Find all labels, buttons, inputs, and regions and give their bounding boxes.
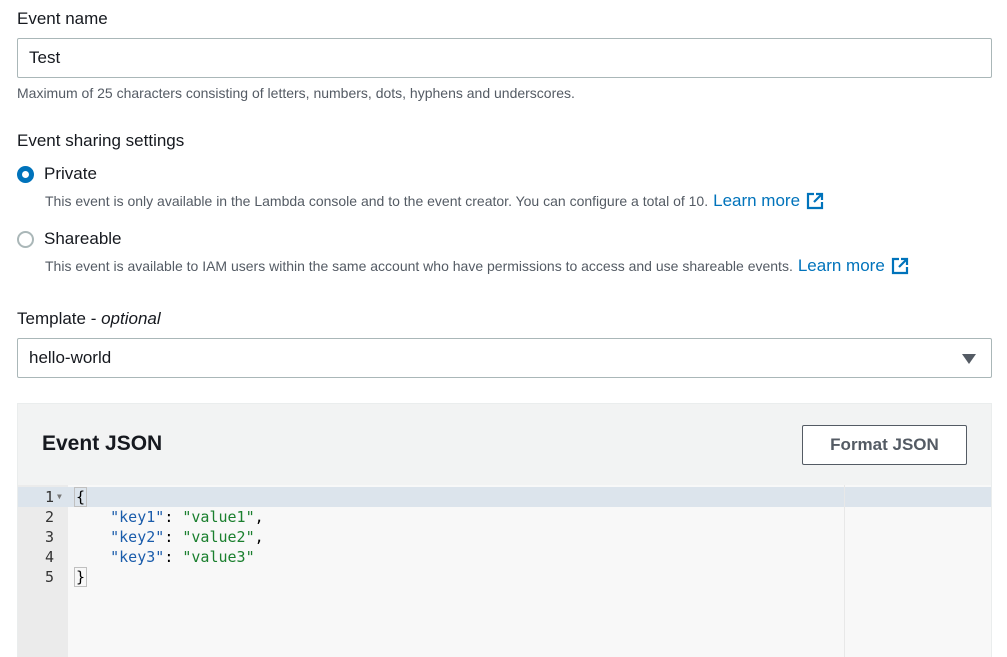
radio-shareable-label[interactable]: Shareable (44, 229, 122, 249)
radio-shareable-indicator[interactable] (17, 230, 34, 248)
json-key: "key1" (110, 508, 165, 526)
event-json-panel: Event JSON Format JSON 1 ▼ { 2 "key1": "… (17, 403, 992, 657)
shareable-description: This event is available to IAM users wit… (45, 258, 793, 274)
template-select-value: hello-world (29, 348, 112, 367)
external-link-icon[interactable] (806, 192, 824, 210)
template-label: Template - optional (17, 309, 161, 329)
radio-private-indicator[interactable] (17, 165, 34, 183)
json-close-brace: } (74, 567, 88, 587)
template-optional-text: optional (101, 309, 161, 328)
code-line[interactable]: 1 ▼ { (18, 487, 818, 507)
event-name-label: Event name (17, 9, 108, 28)
caret-down-icon[interactable] (962, 354, 976, 364)
radio-shareable[interactable]: Shareable (17, 229, 122, 249)
line-number: 3 (44, 528, 54, 546)
json-comma: , (254, 508, 264, 526)
create-test-event-form: Event name Maximum of 25 characters cons… (0, 0, 1007, 657)
format-json-button[interactable]: Format JSON (802, 425, 967, 465)
private-learn-more-link[interactable]: Learn more (713, 191, 800, 211)
radio-private-label[interactable]: Private (44, 164, 97, 184)
json-key: "key2" (110, 528, 165, 546)
line-number: 5 (44, 568, 54, 586)
line-number: 4 (44, 548, 54, 566)
external-link-icon[interactable] (891, 257, 909, 275)
json-colon: : (164, 508, 183, 526)
event-name-input[interactable] (17, 38, 992, 78)
template-select[interactable]: hello-world (17, 338, 992, 378)
radio-private[interactable]: Private (17, 164, 97, 184)
json-colon: : (164, 528, 183, 546)
private-description: This event is only available in the Lamb… (45, 193, 709, 209)
code-line[interactable]: 5 } (18, 567, 818, 587)
shareable-description-row: This event is available to IAM users wit… (45, 256, 909, 276)
json-code-editor[interactable]: 1 ▼ { 2 "key1": "value1", 3 "key2": "val… (18, 485, 991, 657)
json-open-brace: { (74, 487, 88, 507)
json-key: "key3" (110, 548, 165, 566)
json-value: "value2" (182, 528, 255, 546)
code-line[interactable]: 2 "key1": "value1", (18, 507, 818, 527)
event-name-hint: Maximum of 25 characters consisting of l… (17, 85, 575, 101)
fold-arrow-icon[interactable]: ▼ (57, 487, 62, 507)
line-number: 1 (44, 488, 54, 506)
json-comma: , (254, 528, 264, 546)
template-label-separator: - (85, 309, 102, 328)
shareable-learn-more-link[interactable]: Learn more (798, 256, 885, 276)
print-margin (844, 485, 845, 657)
private-description-row: This event is only available in the Lamb… (45, 191, 824, 211)
json-colon: : (164, 548, 183, 566)
event-sharing-label: Event sharing settings (17, 131, 185, 150)
line-number: 2 (44, 508, 54, 526)
code-line[interactable]: 3 "key2": "value2", (18, 527, 818, 547)
code-line[interactable]: 4 "key3": "value3" (18, 547, 818, 567)
json-value: "value3" (182, 548, 255, 566)
event-json-title: Event JSON (42, 432, 163, 455)
template-label-text: Template (17, 309, 86, 328)
json-value: "value1" (182, 508, 255, 526)
